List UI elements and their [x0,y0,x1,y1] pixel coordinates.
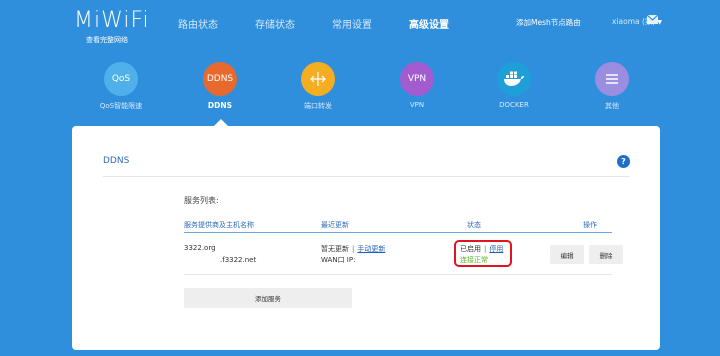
help-icon[interactable]: ? [617,155,630,168]
enabled-status: 已启用 [460,245,481,253]
col-actions: 操作 [583,221,597,229]
func-docker[interactable]: DOCKER [474,62,554,109]
miwifi-logo[interactable]: MiWiFi [74,8,150,33]
func-other-label: 其他 [605,102,619,110]
view-full-network-link[interactable]: 查看完整网络 [86,35,128,45]
panel-title: DDNS [103,156,130,166]
func-port-forward[interactable]: 端口转发 [278,62,358,111]
host-name: .f3322.net [220,256,257,264]
add-mesh-node-link[interactable]: 添加Mesh节点路由 [516,17,581,28]
nav-router-status[interactable]: 路由状态 [178,16,218,31]
func-ddns[interactable]: DDNS DDNS [180,62,260,110]
nav-storage-status[interactable]: 存储状态 [255,16,295,31]
update-info: 暂无更新 | 手动更新 [321,244,385,254]
port-forward-icon [301,62,335,96]
menu-icon [595,62,629,96]
col-status: 状态 [467,221,481,229]
chevron-down-icon: ▼ [657,19,662,26]
disable-link[interactable]: 停用 [489,245,503,253]
separator: | [484,245,487,253]
service-list-title: 服务列表: [184,196,219,205]
vpn-icon: VPN [400,62,434,96]
func-docker-label: DOCKER [499,101,529,109]
delete-button[interactable]: 删除 [589,245,623,264]
separator: | [352,245,355,253]
connection-status: 连接正常 [460,256,488,264]
func-vpn[interactable]: VPN VPN [377,62,457,109]
ddns-icon: DDNS [203,62,237,96]
func-qos[interactable]: QoS QoS智能限速 [81,62,161,111]
add-service-button[interactable]: 添加服务 [184,288,352,308]
row-divider [184,274,612,275]
manual-update-link[interactable]: 手动更新 [357,245,385,253]
docker-icon [497,62,531,96]
status-info: 已启用 | 停用 [460,244,503,254]
func-vpn-label: VPN [409,101,425,109]
func-ddns-label: DDNS [207,101,233,110]
func-port-forward-label: 端口转发 [304,102,332,110]
provider-name: 3322.org [184,244,216,252]
func-qos-label: QoS智能限速 [99,102,143,110]
header-divider [184,232,612,233]
update-status: 暂无更新 [321,245,349,253]
nav-common-settings[interactable]: 常用设置 [332,16,372,31]
qos-icon: QoS [104,62,138,96]
col-provider: 服务提供商及主机名称 [184,221,254,229]
divider [103,176,630,177]
col-last-update: 最近更新 [321,221,349,229]
edit-button[interactable]: 编辑 [550,245,584,264]
mail-icon[interactable] [647,15,658,24]
ddns-panel: DDNS ? 服务列表: 服务提供商及主机名称 最近更新 状态 操作 3322.… [72,126,660,350]
wan-ip: WAN口 IP: [321,256,356,264]
nav-advanced-settings[interactable]: 高级设置 [409,16,449,31]
func-other[interactable]: 其他 [572,62,652,111]
